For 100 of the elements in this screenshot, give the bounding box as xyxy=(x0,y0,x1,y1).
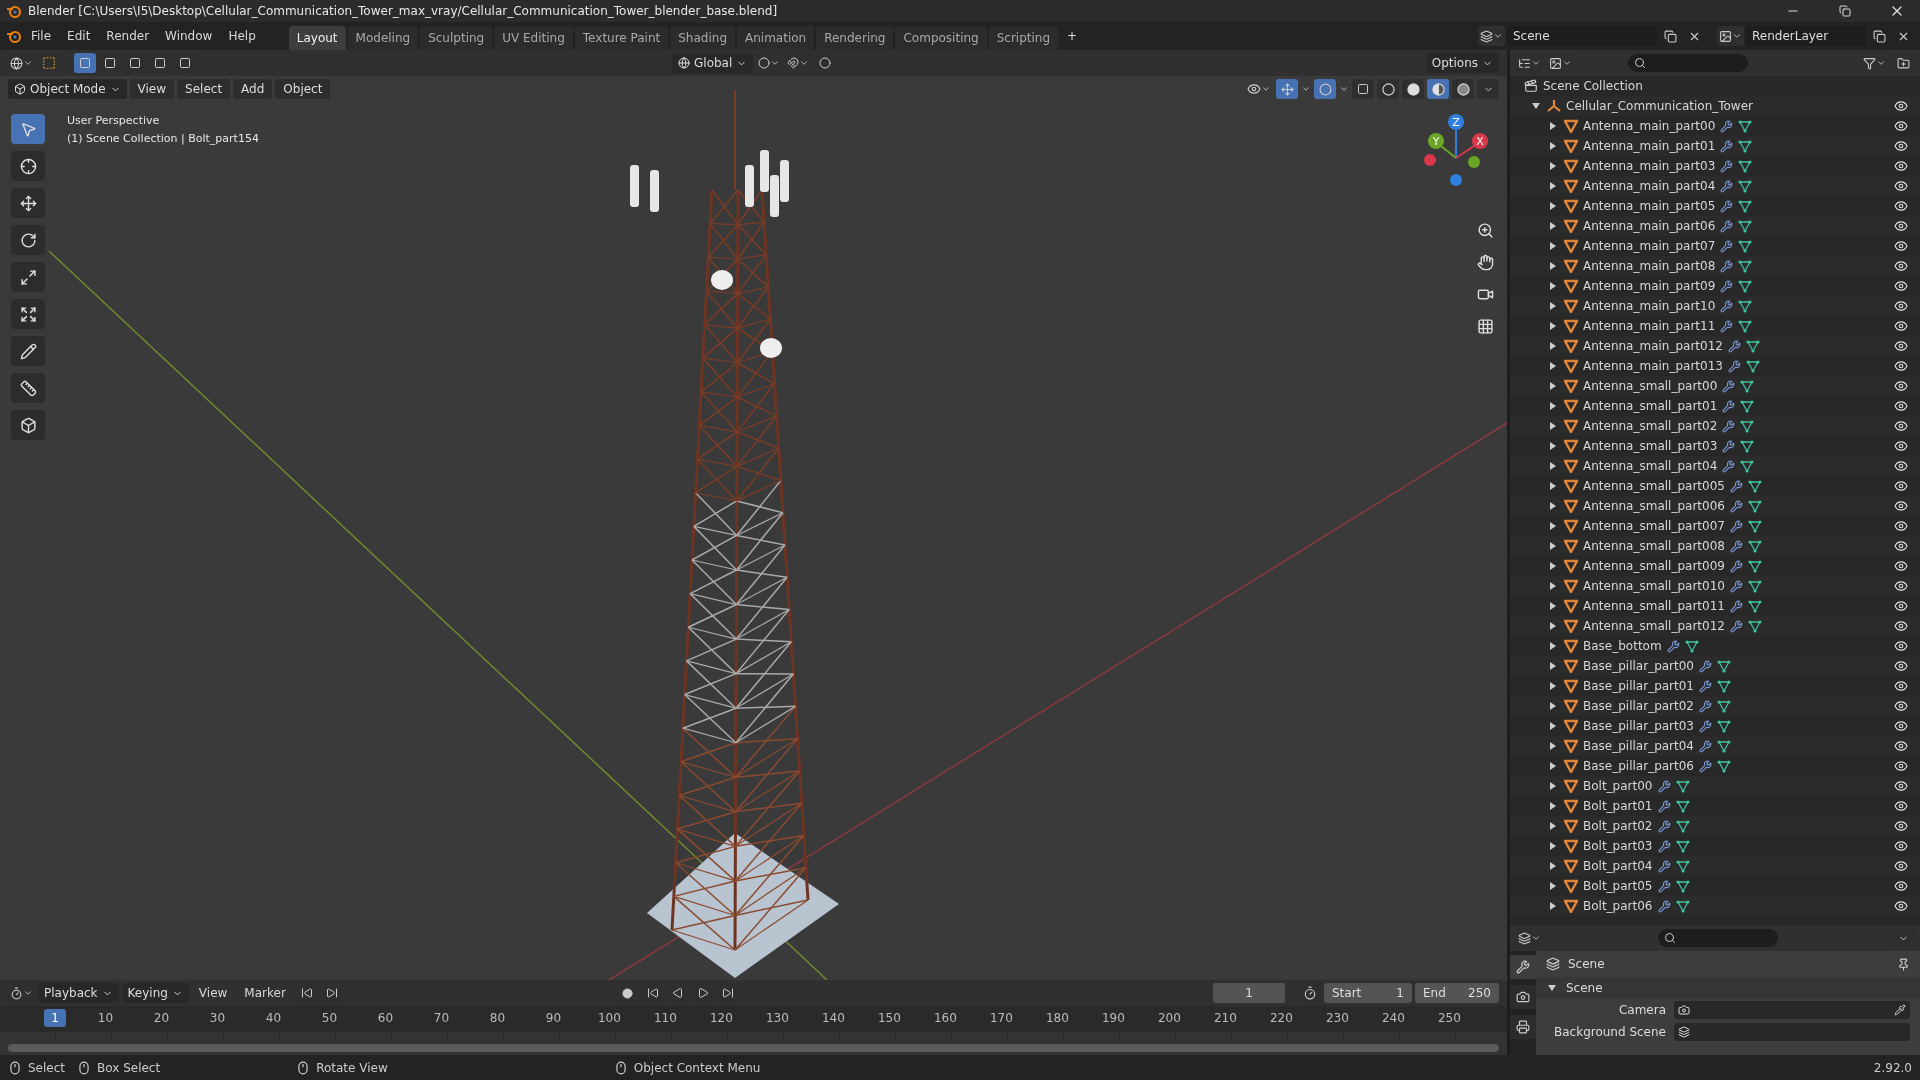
wrench-icon[interactable] xyxy=(1722,459,1736,473)
tree-item[interactable]: Antenna_main_part04 xyxy=(1583,179,1716,193)
wrench-icon[interactable] xyxy=(1720,179,1734,193)
tree-item[interactable]: Cellular_Communication_Tower xyxy=(1566,99,1753,113)
workspace-tab[interactable]: Animation xyxy=(737,26,815,50)
wrench-icon[interactable] xyxy=(1720,219,1734,233)
wrench-icon[interactable] xyxy=(1657,779,1671,793)
eye-icon[interactable] xyxy=(1894,159,1908,173)
tree-item[interactable]: Antenna_small_part006 xyxy=(1583,499,1725,513)
wrench-icon[interactable] xyxy=(1722,439,1736,453)
workspace-tab[interactable]: Texture Paint xyxy=(574,26,669,50)
tree-item[interactable]: Antenna_main_part08 xyxy=(1583,259,1716,273)
wrench-icon[interactable] xyxy=(1657,819,1671,833)
eye-icon[interactable] xyxy=(1894,479,1908,493)
axis-dot[interactable] xyxy=(1448,114,1464,130)
eye-icon[interactable] xyxy=(1894,439,1908,453)
shading-mode-button[interactable] xyxy=(1377,79,1399,99)
wrench-icon[interactable] xyxy=(1657,839,1671,853)
eye-icon[interactable] xyxy=(1894,579,1908,593)
wrench-icon[interactable] xyxy=(1720,119,1734,133)
tree-item[interactable]: Bolt_part05 xyxy=(1583,879,1653,893)
wrench-icon[interactable] xyxy=(1666,639,1680,653)
eye-icon[interactable] xyxy=(1894,179,1908,193)
wrench-icon[interactable] xyxy=(1720,139,1734,153)
wrench-icon[interactable] xyxy=(1657,799,1671,813)
tree-item[interactable]: Bolt_part02 xyxy=(1583,819,1653,833)
options-dropdown[interactable]: Options xyxy=(1425,53,1499,73)
menu-item[interactable]: Help xyxy=(221,26,263,46)
view-layer-field[interactable]: RenderLayer xyxy=(1746,26,1866,46)
eye-icon[interactable] xyxy=(1894,99,1908,113)
wrench-icon[interactable] xyxy=(1657,859,1671,873)
wrench-icon[interactable] xyxy=(1699,699,1712,713)
menu-item[interactable]: Select xyxy=(177,79,231,99)
workspace-tab[interactable]: Compositing xyxy=(895,26,987,50)
tree-item[interactable]: Antenna_main_part07 xyxy=(1583,239,1716,253)
axis-dot[interactable] xyxy=(1424,154,1436,166)
view-layer-selector-button[interactable] xyxy=(1717,26,1744,46)
wrench-icon[interactable] xyxy=(1720,199,1734,213)
current-frame-field[interactable]: 1 xyxy=(1213,983,1285,1003)
scene-selector-button[interactable] xyxy=(1478,26,1505,46)
eye-icon[interactable] xyxy=(1894,619,1908,633)
tool-button[interactable] xyxy=(11,188,45,218)
tree-item[interactable]: Antenna_main_part013 xyxy=(1583,359,1723,373)
tree-item[interactable]: Antenna_main_part06 xyxy=(1583,219,1716,233)
eye-icon[interactable] xyxy=(1894,119,1908,133)
start-frame-field[interactable]: Start 1 xyxy=(1324,983,1412,1003)
tree-item[interactable]: Antenna_main_part03 xyxy=(1583,159,1716,173)
tree-item[interactable]: Antenna_small_part011 xyxy=(1583,599,1725,613)
eye-icon[interactable] xyxy=(1894,359,1908,373)
eye-icon[interactable] xyxy=(1894,759,1908,773)
tool-button[interactable] xyxy=(11,225,45,255)
wrench-icon[interactable] xyxy=(1722,419,1736,433)
menu-item[interactable]: Add xyxy=(233,79,273,99)
menu-item[interactable]: Render xyxy=(99,26,157,46)
orientation-dropdown[interactable]: Global xyxy=(672,53,754,73)
gizmo-toggle-button[interactable] xyxy=(1276,79,1298,99)
eye-icon[interactable] xyxy=(1894,519,1908,533)
eye-icon[interactable] xyxy=(1894,539,1908,553)
end-frame-field[interactable]: End 250 xyxy=(1415,983,1499,1003)
menu-item[interactable]: Object xyxy=(275,79,331,99)
wrench-icon[interactable] xyxy=(1720,319,1734,333)
wrench-icon[interactable] xyxy=(1699,759,1712,773)
menu-item[interactable]: Window xyxy=(158,26,220,46)
eye-icon[interactable] xyxy=(1894,799,1908,813)
wrench-icon[interactable] xyxy=(1729,539,1743,553)
menu-dropdown[interactable]: Playback xyxy=(38,983,119,1003)
tree-item[interactable]: Antenna_main_part10 xyxy=(1583,299,1716,313)
tree-item[interactable]: Antenna_main_part01 xyxy=(1583,139,1716,153)
eye-icon[interactable] xyxy=(1894,499,1908,513)
wrench-icon[interactable] xyxy=(1727,339,1741,353)
tool-button[interactable] xyxy=(11,262,45,292)
workspace-tab[interactable]: Shading xyxy=(670,26,735,50)
workspace-tab[interactable]: UV Editing xyxy=(494,26,573,50)
tree-item[interactable]: Scene Collection xyxy=(1543,79,1643,93)
xray-button[interactable] xyxy=(1352,79,1374,99)
tree-item[interactable]: Base_pillar_part04 xyxy=(1583,739,1694,753)
workspace-tab[interactable]: Scripting xyxy=(988,26,1059,50)
wrench-icon[interactable] xyxy=(1720,159,1734,173)
eye-icon[interactable] xyxy=(1894,659,1908,673)
wrench-icon[interactable] xyxy=(1699,659,1712,673)
shading-mode-button[interactable] xyxy=(1402,79,1424,99)
wrench-icon[interactable] xyxy=(1729,499,1743,513)
axis-dot[interactable] xyxy=(1472,133,1488,149)
wrench-icon[interactable] xyxy=(1722,379,1736,393)
wrench-icon[interactable] xyxy=(1720,279,1734,293)
tree-item[interactable]: Base_bottom xyxy=(1583,639,1662,653)
eye-icon[interactable] xyxy=(1894,879,1908,893)
eye-icon[interactable] xyxy=(1894,559,1908,573)
mode-dropdown[interactable]: Object Mode xyxy=(8,79,127,99)
wrench-icon[interactable] xyxy=(1720,239,1734,253)
tool-button[interactable] xyxy=(11,336,45,366)
tree-item[interactable]: Antenna_small_part009 xyxy=(1583,559,1725,573)
tree-item[interactable]: Base_pillar_part06 xyxy=(1583,759,1694,773)
menu-item[interactable]: File xyxy=(24,26,59,46)
menu-dropdown[interactable]: Keying xyxy=(121,983,189,1003)
tree-item[interactable]: Bolt_part00 xyxy=(1583,779,1653,793)
tool-button[interactable] xyxy=(11,151,45,181)
tree-item[interactable]: Antenna_small_part04 xyxy=(1583,459,1718,473)
shading-mode-button[interactable] xyxy=(1427,79,1449,99)
navigation-gizmo[interactable]: Z Y X xyxy=(1422,100,1492,206)
